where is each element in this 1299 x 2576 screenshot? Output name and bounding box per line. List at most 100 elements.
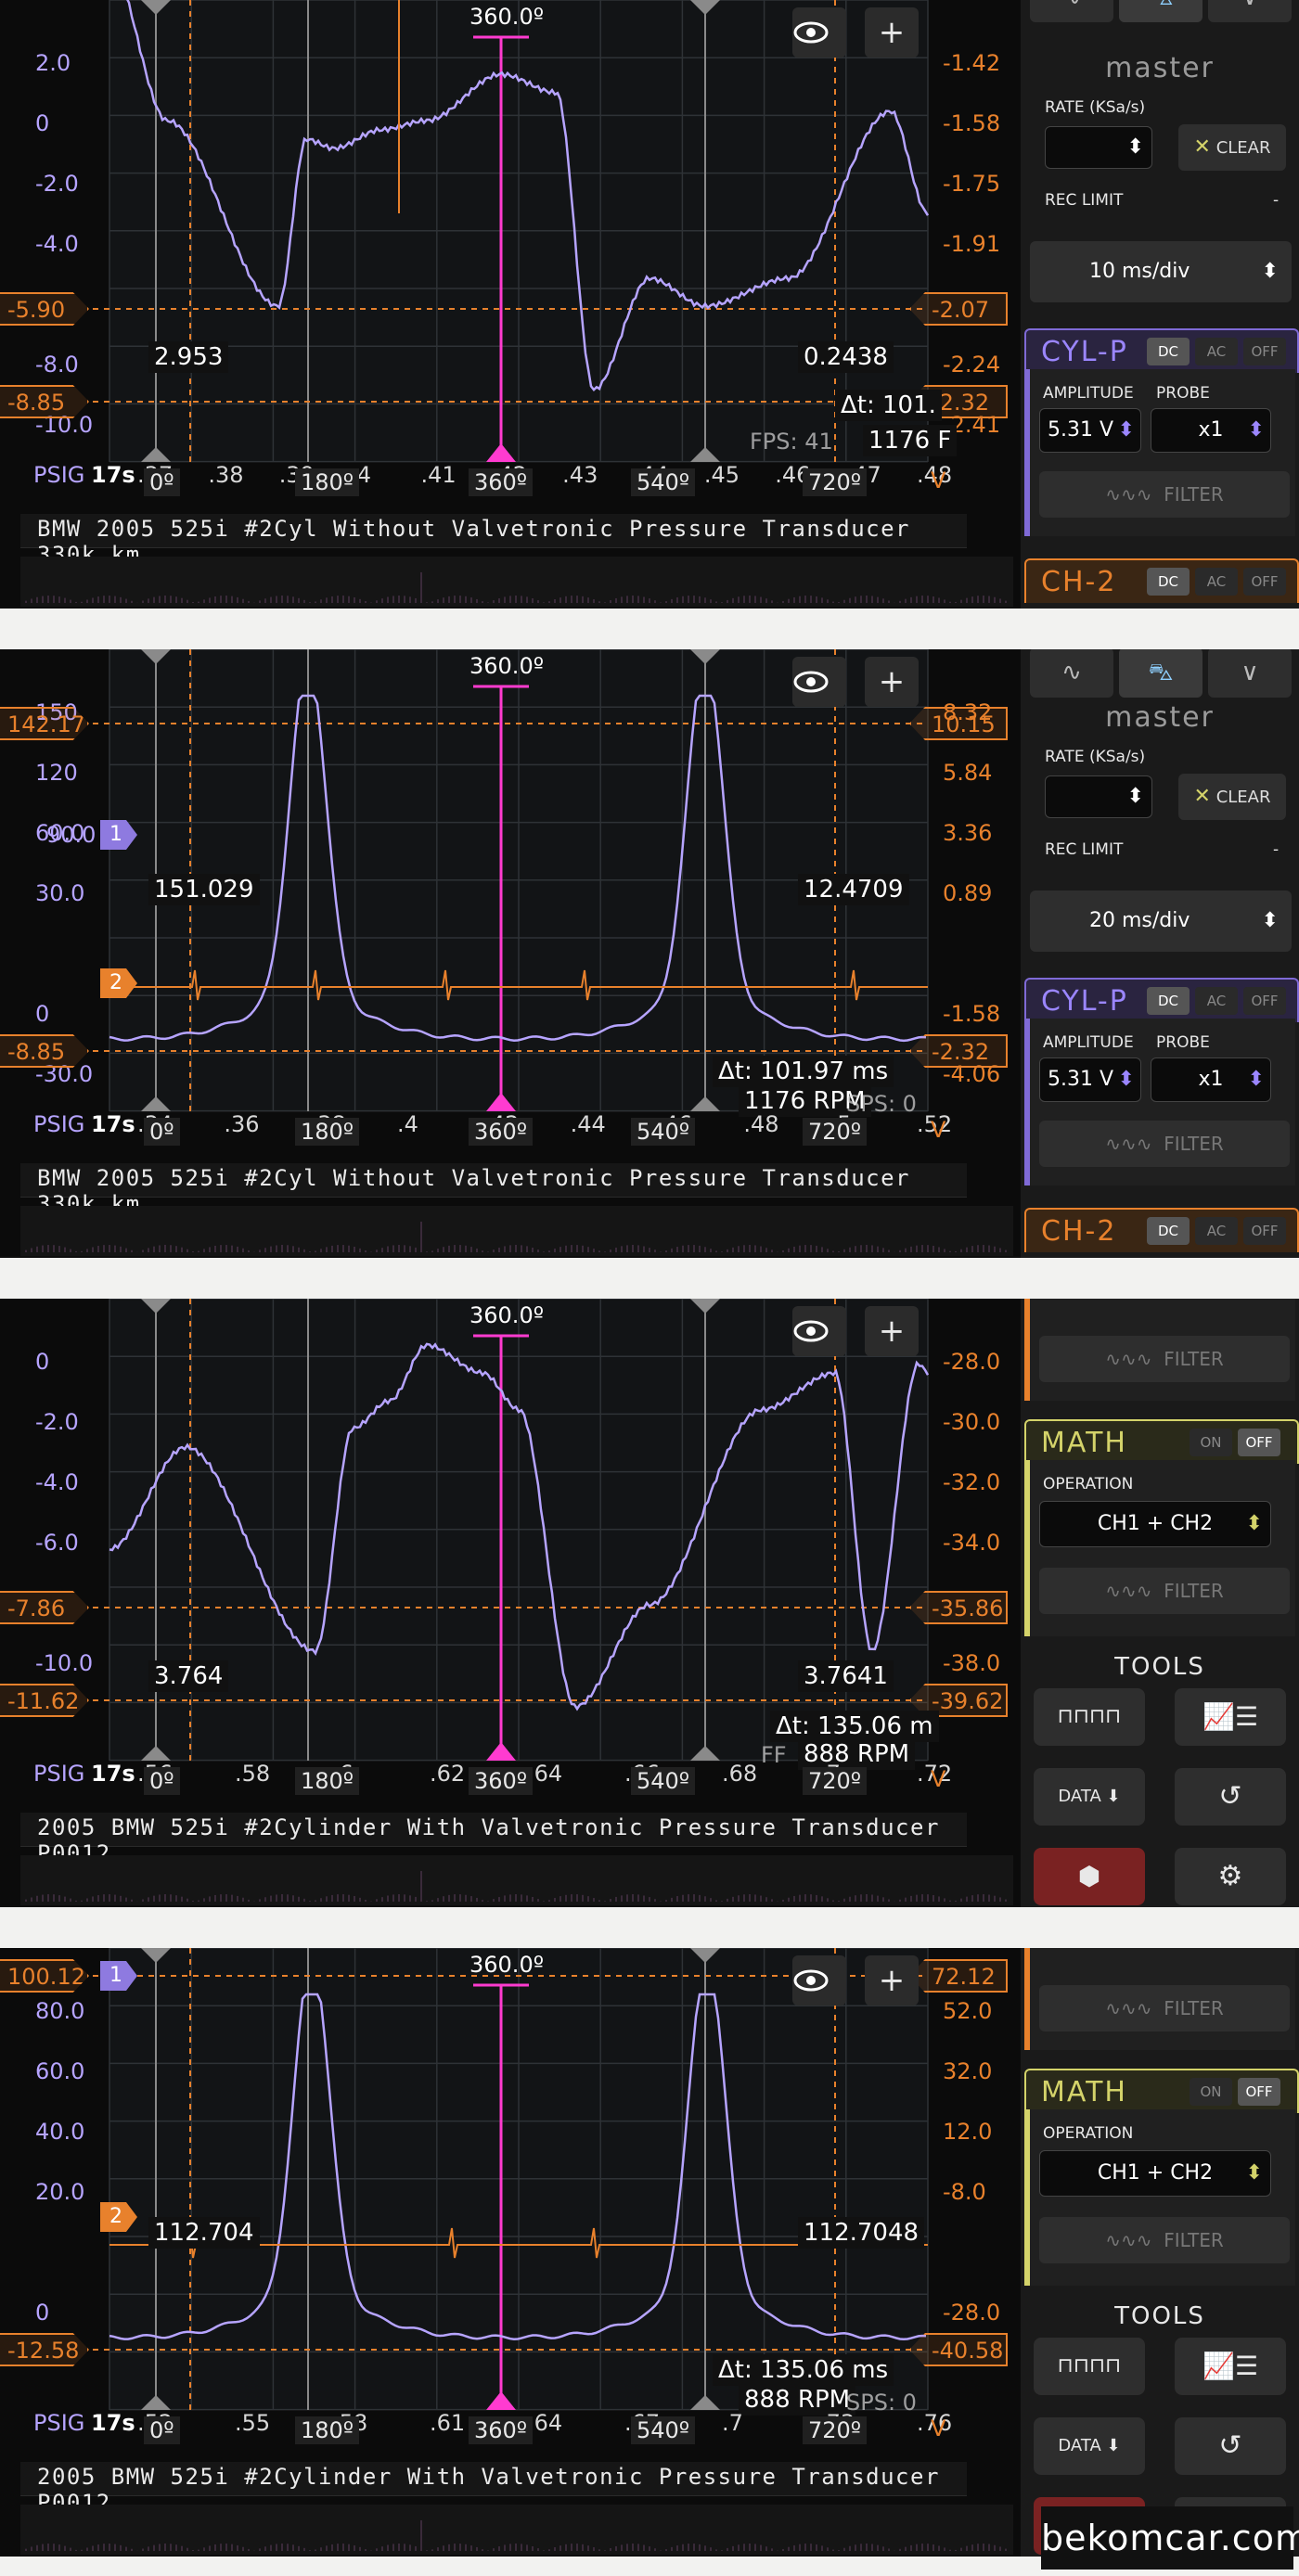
ch2-header[interactable]: CH-2 DC AC OFF [1024,558,1299,603]
visibility-toggle-button[interactable] [792,1306,846,1356]
probe-select[interactable]: x1 ⬍ [1151,408,1271,453]
ch1-filter-button[interactable]: ∿∿∿ FILTER [1039,1121,1290,1167]
cursor-flag-left[interactable]: -7.86 [0,1591,89,1624]
tab-sine-mode[interactable]: ∿ [1030,649,1113,698]
tab-car-mode[interactable]: ⛍ [1119,0,1203,22]
math-filter-button[interactable]: ∿∿∿ FILTER [1039,2217,1290,2263]
cursor-flag-right[interactable]: -2.32 [909,1034,1008,1068]
clear-button[interactable]: ✕ CLEAR [1178,774,1286,820]
math-off-toggle[interactable]: OFF [1238,2078,1280,2106]
settings-button[interactable]: ⚙ [1175,1848,1286,1905]
amplitude-label: AMPLITUDE [1043,1033,1134,1052]
ch1-coupling-ac[interactable]: AC [1195,338,1238,365]
scope-view[interactable]: 360.0º 80.0 60.0 40.0 20.0 0 52.0 32.0 12.0 -8.0 -… [0,1948,1021,2555]
tool-pattern-button[interactable]: ⊓⊓⊓⊓ [1034,1688,1145,1746]
ch1-coupling-dc[interactable]: DC [1147,338,1190,365]
ch2-header[interactable]: CH-2 DC AC OFF [1024,1208,1299,1252]
ch2-coupling-dc[interactable]: DC [1147,568,1190,596]
scope-screenshot-3: 360.0º 0 -2.0 -4.0 -6.0 -10.0 -28.0 -30.0 -32.0 -… [0,1299,1299,1907]
ch1-coupling-ac[interactable]: AC [1195,987,1238,1015]
operation-select[interactable]: CH1 + CH2 ⬍ [1039,2150,1271,2197]
tab-chevron-mode[interactable]: ∨ [1208,0,1292,22]
scope-view[interactable]: 360.0º 0 -2.0 -4.0 -6.0 -10.0 -28.0 -30.0 -32.0 -… [0,1299,1021,1905]
cursor-flag-left[interactable]: -8.85 [0,385,89,418]
cursor-flag-right[interactable]: 10.15 [909,707,1008,740]
history-button[interactable]: ↺ [1175,1768,1286,1826]
cursor-flag-left[interactable]: -11.62 [0,1684,89,1717]
visibility-toggle-button[interactable] [792,7,846,58]
ch1-coupling-off[interactable]: OFF [1243,338,1286,365]
ch2-filter-button[interactable]: ∿∿∿ FILTER [1039,1336,1290,1382]
math-on-toggle[interactable]: ON [1190,2078,1232,2106]
add-cursor-button[interactable]: + [865,657,919,707]
time-tick: .48 [743,1111,779,1137]
ch1-header[interactable]: CYL-P DC AC OFF [1024,978,1299,1022]
cursor-flag-left[interactable]: -8.85 [0,1034,89,1068]
visibility-toggle-button[interactable] [792,657,846,707]
plot-area[interactable]: 360.0º 2.0 0 -2.0 -4.0 -8.0 -10.0 -1.42 -1.58 -1.… [0,0,1021,501]
tab-car-mode[interactable]: ⛍ [1119,649,1203,698]
scope-view[interactable]: 360.0º 2.0 0 -2.0 -4.0 -8.0 -10.0 -1.42 -1.58 -1.… [0,0,1021,607]
scope-view[interactable]: 360.0º 150 120 60.0 30.0 0 -30.0 8.32 5.84 3.36 0.… [0,649,1021,1256]
add-cursor-button[interactable]: + [865,1306,919,1356]
clear-button[interactable]: ✕ CLEAR [1178,124,1286,171]
math-header[interactable]: MATH ON OFF [1024,1419,1299,1464]
add-cursor-button[interactable]: + [865,7,919,58]
overview-strip[interactable] [20,557,1013,607]
plot-area[interactable]: 360.0º 150 120 60.0 30.0 0 -30.0 8.32 5.84 3.36 0.… [0,649,1021,1150]
tab-sine-mode[interactable]: ∿ [1030,0,1113,22]
cursor-flag-right[interactable]: -2.07 [909,292,1008,326]
add-cursor-button[interactable]: + [865,1955,919,2006]
data-download-button[interactable]: DATA ⬇ [1034,1768,1145,1826]
cursor-flag-left[interactable]: -12.58 [0,2333,89,2366]
ch2-coupling-ac[interactable]: AC [1195,1217,1238,1245]
overview-strip[interactable] [20,1855,1013,1905]
cursor-flag-left[interactable]: 100.12 [0,1959,89,1993]
rate-input[interactable]: ⬍ [1045,126,1152,169]
cursor-flag-right[interactable]: 72.12 [909,1959,1008,1993]
ch1-filter-button[interactable]: ∿∿∿ FILTER [1039,471,1290,518]
overview-strip[interactable] [20,1206,1013,1256]
data-download-button[interactable]: DATA ⬇ [1034,2417,1145,2475]
ch2-coupling-off[interactable]: OFF [1243,568,1286,596]
ch2-coupling-ac[interactable]: AC [1195,568,1238,596]
plot-area[interactable]: 360.0º 0 -2.0 -4.0 -6.0 -10.0 -28.0 -30.0 -32.0 -… [0,1299,1021,1800]
overview-strip[interactable] [20,2505,1013,2555]
math-filter-button[interactable]: ∿∿∿ FILTER [1039,1568,1290,1614]
overview-waveform [25,1221,1012,1252]
amplitude-select[interactable]: 5.31 V ⬍ [1039,408,1141,453]
rate-input[interactable]: ⬍ [1045,775,1152,818]
tool-measure-button[interactable]: 📈☰ [1175,1688,1286,1746]
cursor-flag-right[interactable]: -35.86 [909,1591,1008,1624]
timebase-select[interactable]: 10 ms/div ⬍ [1030,241,1292,302]
ch1-header[interactable]: CYL-P DC AC OFF [1024,328,1299,373]
cursor-flag-left[interactable]: 142.17 [0,707,89,740]
right-axis-tick: -1.58 [943,110,1001,136]
cube-button[interactable]: ⬢ [1034,1848,1145,1905]
amplitude-select[interactable]: 5.31 V ⬍ [1039,1057,1141,1102]
ch2-coupling-dc[interactable]: DC [1147,1217,1190,1245]
tab-chevron-mode[interactable]: ∨ [1208,649,1292,698]
operation-select[interactable]: CH1 + CH2 ⬍ [1039,1501,1271,1547]
cursor-flag-right[interactable]: -40.58 [909,2333,1008,2366]
ch1-coupling-dc[interactable]: DC [1147,987,1190,1015]
timebase-select[interactable]: 20 ms/div ⬍ [1030,891,1292,952]
ch2-coupling-off[interactable]: OFF [1243,1217,1286,1245]
tool-measure-button[interactable]: 📈☰ [1175,2338,1286,2395]
cursor-readout-left: 112.704 [148,2217,260,2249]
tool-pattern-button[interactable]: ⊓⊓⊓⊓ [1034,2338,1145,2395]
control-sidebar: ∿∿∿ FILTER MATH ON OFF OPERATION CH1 + CH2 ⬍ ∿∿… [1021,1299,1299,1907]
probe-select[interactable]: x1 ⬍ [1151,1057,1271,1102]
ch1-coupling-off[interactable]: OFF [1243,987,1286,1015]
math-header[interactable]: MATH ON OFF [1024,2069,1299,2113]
waveform-icon: ∿∿∿ [1105,1348,1152,1370]
math-off-toggle[interactable]: OFF [1238,1429,1280,1456]
ch2-filter-button[interactable]: ∿∿∿ FILTER [1039,1985,1290,2031]
right-axis-tick: -28.0 [943,2300,1001,2326]
cursor-flag-left[interactable]: -5.90 [0,292,89,326]
visibility-toggle-button[interactable] [792,1955,846,2006]
plot-area[interactable]: 360.0º 80.0 60.0 40.0 20.0 0 52.0 32.0 12.0 -8.0 -… [0,1948,1021,2449]
math-on-toggle[interactable]: ON [1190,1429,1232,1456]
history-button[interactable]: ↺ [1175,2417,1286,2475]
ch2-name: CH-2 [1041,1215,1117,1248]
